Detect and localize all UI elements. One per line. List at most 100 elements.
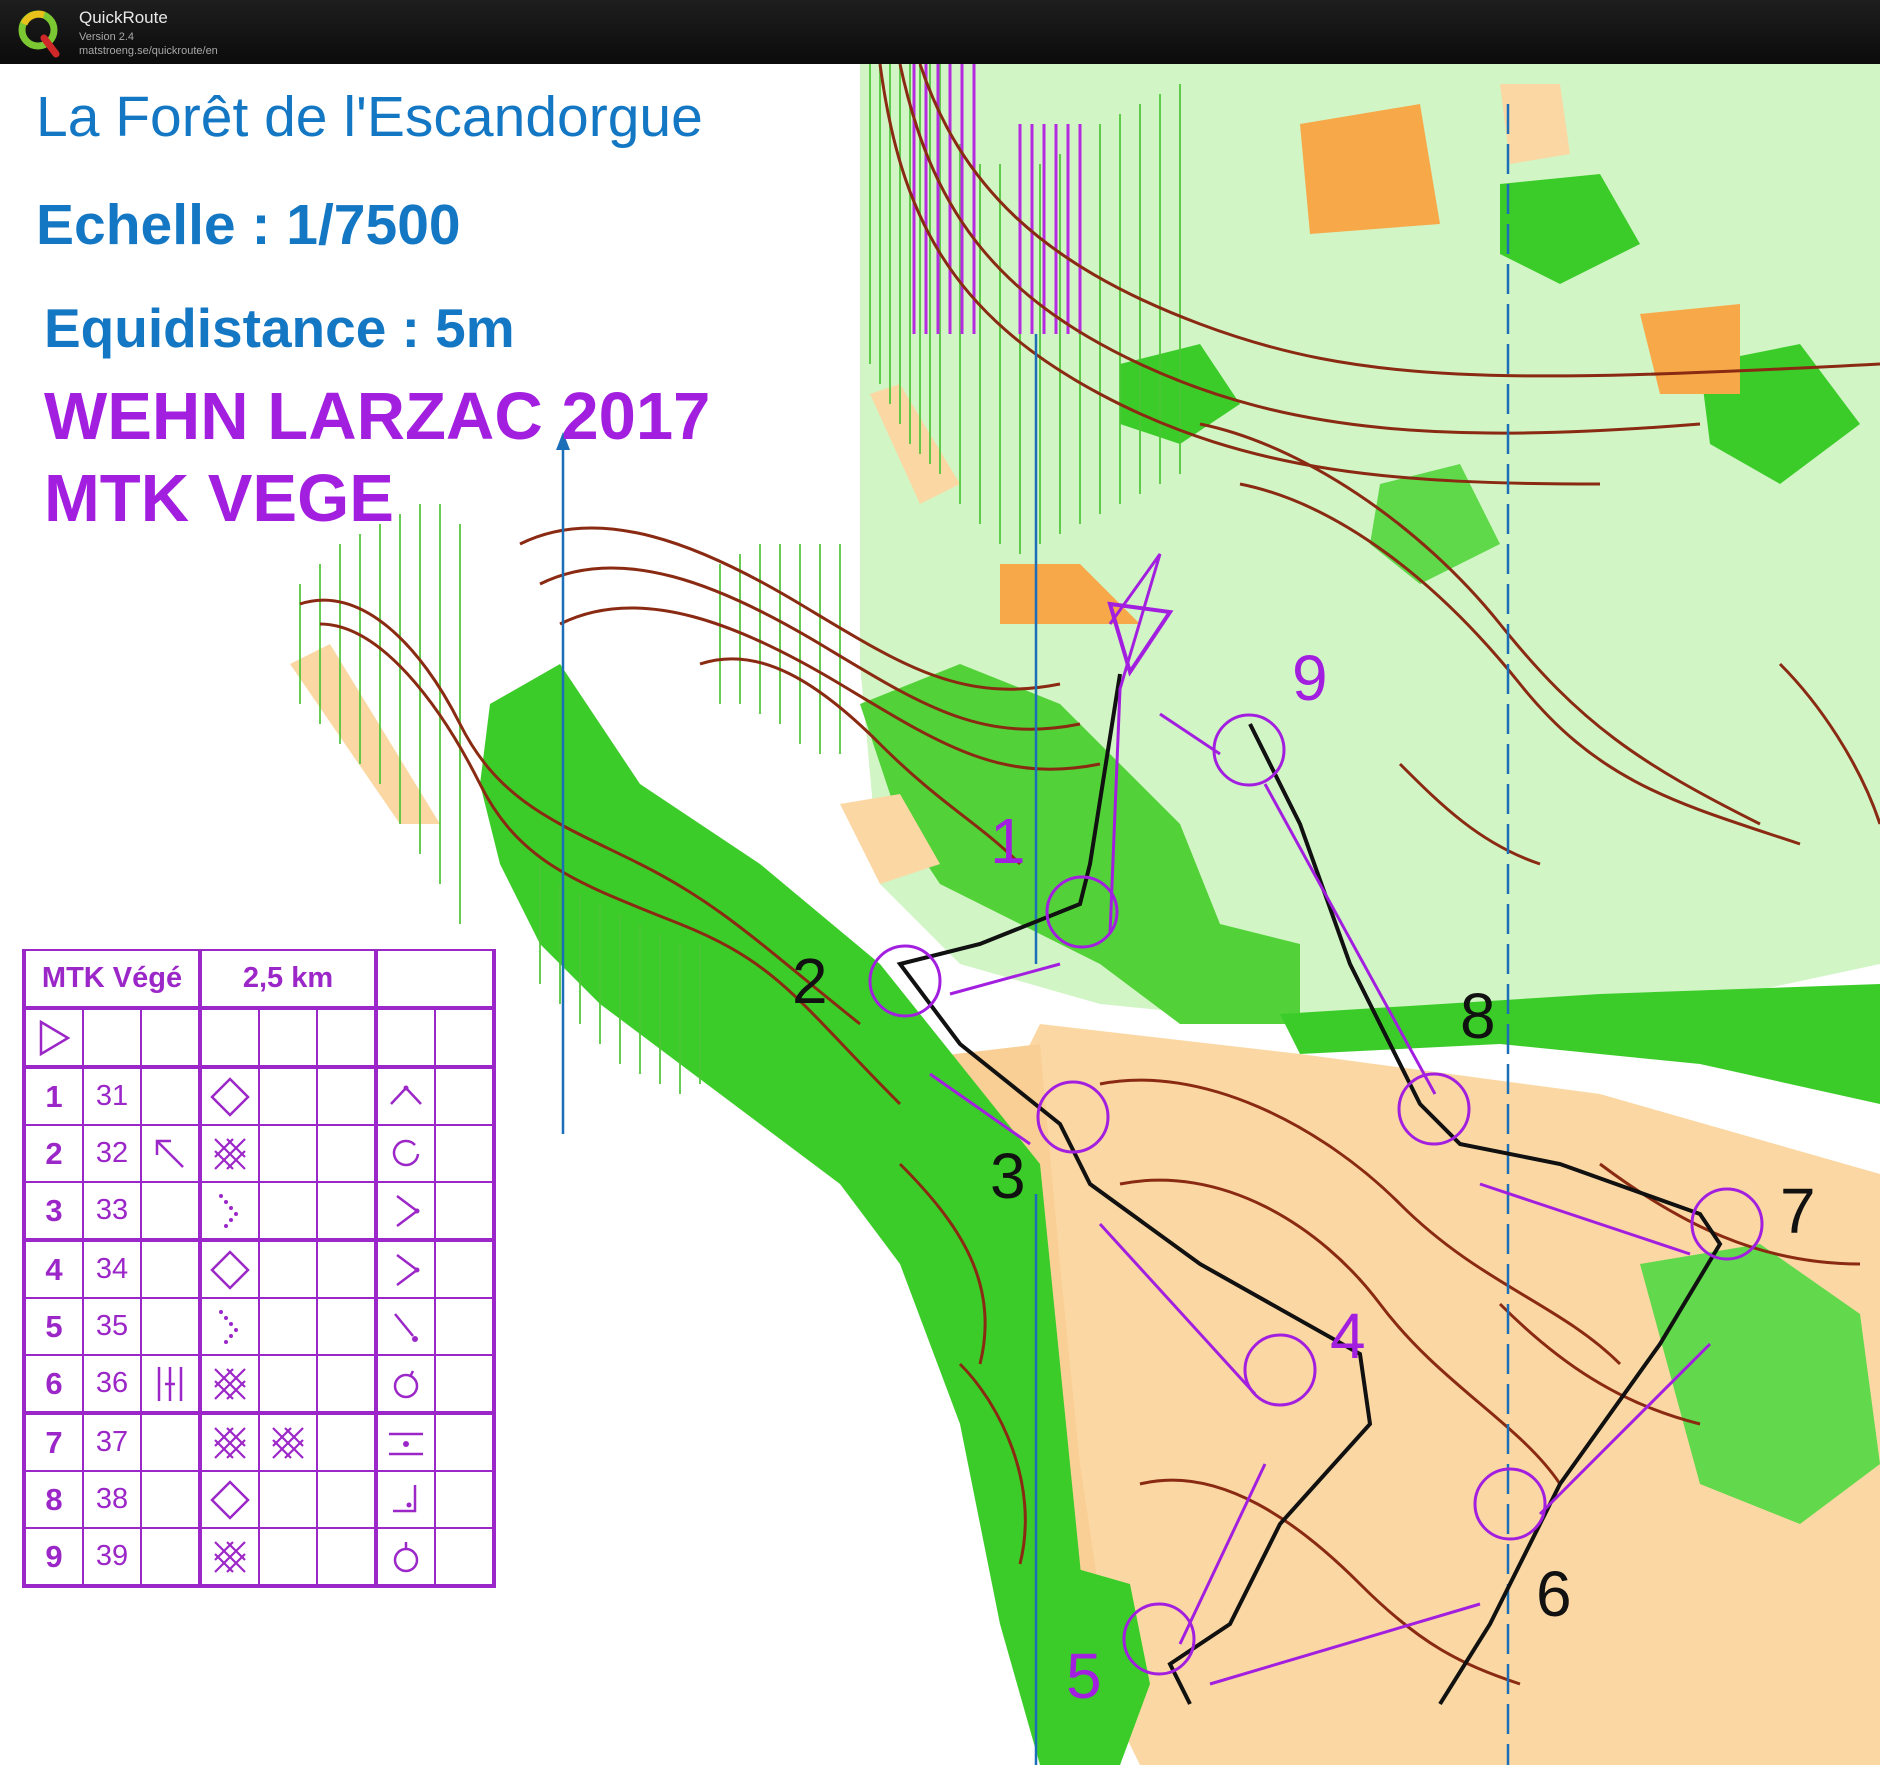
thicket-icon <box>214 1137 246 1170</box>
app-version: Version 2.4 <box>79 31 135 43</box>
feature-cell <box>198 1412 260 1472</box>
dimension-cell <box>316 1470 377 1529</box>
control-description-row: 1 31 <box>22 1066 496 1126</box>
dimension-cell <box>316 1297 377 1356</box>
start-triangle-icon <box>39 1019 71 1056</box>
location-detail-cell <box>374 1412 436 1472</box>
control-description-row: 3 33 <box>22 1181 496 1242</box>
other-info-cell <box>434 1527 496 1588</box>
dotted-corner-icon <box>219 1309 238 1344</box>
between-icon <box>389 1432 423 1455</box>
dotted-corner-icon <box>219 1193 238 1228</box>
dimension-cell <box>316 1527 377 1588</box>
course-length: 2,5 km <box>198 949 377 1010</box>
control-description-row: 5 35 <box>22 1297 496 1356</box>
feature-secondary-cell <box>258 1470 318 1529</box>
control-code: 39 <box>82 1527 142 1588</box>
thicket-icon <box>214 1540 246 1573</box>
control-code: 35 <box>82 1297 142 1356</box>
feature-secondary-cell <box>258 1354 318 1415</box>
thicket-icon <box>214 1426 246 1459</box>
feature-cell <box>198 1470 260 1529</box>
arrow-northwest-icon <box>155 1139 184 1168</box>
control-sequence-number: 9 <box>22 1527 84 1588</box>
direction-cell <box>140 1470 201 1529</box>
location-detail-cell <box>374 1181 436 1242</box>
map-contour-interval: Equidistance : 5m <box>44 297 515 359</box>
location-detail-cell <box>374 1239 436 1299</box>
control-description-row: 6 36 <box>22 1354 496 1415</box>
quickroute-logo-icon <box>18 10 60 58</box>
caret-up-icon <box>390 1085 422 1105</box>
location-detail-cell <box>374 1527 436 1588</box>
control-number-2: 2 <box>792 945 828 1017</box>
control-sequence-number: 2 <box>22 1124 84 1183</box>
control-sequence-number: 8 <box>22 1470 84 1529</box>
diamond-icon <box>210 1076 250 1117</box>
feature-secondary-cell <box>258 1239 318 1299</box>
feature-cell <box>198 1527 260 1588</box>
dimension-cell <box>316 1354 377 1415</box>
feature-cell <box>198 1124 260 1183</box>
diamond-icon <box>210 1479 250 1520</box>
other-info-cell <box>434 1297 496 1356</box>
control-code: 38 <box>82 1470 142 1529</box>
angle-right-icon <box>396 1253 420 1286</box>
map-title: La Forêt de l'Escandorgue <box>36 85 703 149</box>
direction-cell <box>140 1181 201 1242</box>
feature-cell <box>198 1181 260 1242</box>
course-climb-cell <box>374 949 496 1010</box>
map-scale: Echelle : 1/7500 <box>36 193 461 257</box>
app-url[interactable]: matstroeng.se/quickroute/en <box>79 45 218 57</box>
feature-secondary-cell <box>258 1124 318 1183</box>
control-number-8: 8 <box>1460 980 1496 1052</box>
control-number-7: 7 <box>1780 1175 1816 1247</box>
control-description-row: 7 37 <box>22 1412 496 1472</box>
direction-cell <box>140 1124 201 1183</box>
fence-gap-icon <box>157 1366 183 1401</box>
other-info-cell <box>434 1470 496 1529</box>
corner-icon <box>393 1484 417 1512</box>
control-number-9: 9 <box>1292 642 1328 714</box>
diamond-icon <box>210 1249 250 1290</box>
map-category: MTK VEGE <box>44 461 394 536</box>
other-info-cell <box>434 1124 496 1183</box>
control-number-1: 1 <box>990 805 1026 877</box>
control-description-row: 9 39 <box>22 1527 496 1588</box>
control-number-3: 3 <box>990 1140 1026 1212</box>
direction-cell <box>140 1527 201 1588</box>
direction-cell <box>140 1066 201 1126</box>
control-number-5: 5 <box>1066 1640 1102 1712</box>
other-info-cell <box>434 1239 496 1299</box>
orienteering-map[interactable]: La Forêt de l'Escandorgue Echelle : 1/75… <box>0 64 1880 1765</box>
control-sequence-number: 7 <box>22 1412 84 1472</box>
angle-right-icon <box>396 1194 420 1227</box>
foot-dot-icon <box>394 1312 418 1342</box>
location-detail-cell <box>374 1124 436 1183</box>
direction-cell <box>140 1239 201 1299</box>
feature-cell <box>198 1354 260 1415</box>
circle-notch-icon <box>393 1369 419 1398</box>
feature-secondary-cell <box>258 1297 318 1356</box>
other-info-cell <box>434 1066 496 1126</box>
dimension-cell <box>316 1239 377 1299</box>
control-code: 33 <box>82 1181 142 1242</box>
title-bar: QuickRoute Version 2.4 matstroeng.se/qui… <box>0 0 1880 64</box>
control-description-sheet: MTK Végé 2,5 km 1 31 2 32 3 33 4 34 5 35 6 36 7 37 8 38… <box>22 949 496 1588</box>
circle-open-icon <box>392 1139 420 1166</box>
dimension-cell <box>316 1066 377 1126</box>
other-info-cell <box>434 1181 496 1242</box>
control-code: 34 <box>82 1239 142 1299</box>
thicket-icon <box>214 1367 246 1400</box>
yellow-patch <box>1500 84 1570 164</box>
location-detail-cell <box>374 1354 436 1415</box>
yellow-patch <box>290 644 440 824</box>
control-code: 36 <box>82 1354 142 1415</box>
course-name: MTK Végé <box>22 949 201 1010</box>
control-sequence-number: 3 <box>22 1181 84 1242</box>
control-sequence-number: 5 <box>22 1297 84 1356</box>
control-code: 37 <box>82 1412 142 1472</box>
feature-secondary-cell <box>258 1181 318 1242</box>
control-description-row: 4 34 <box>22 1239 496 1299</box>
direction-cell <box>140 1412 201 1472</box>
